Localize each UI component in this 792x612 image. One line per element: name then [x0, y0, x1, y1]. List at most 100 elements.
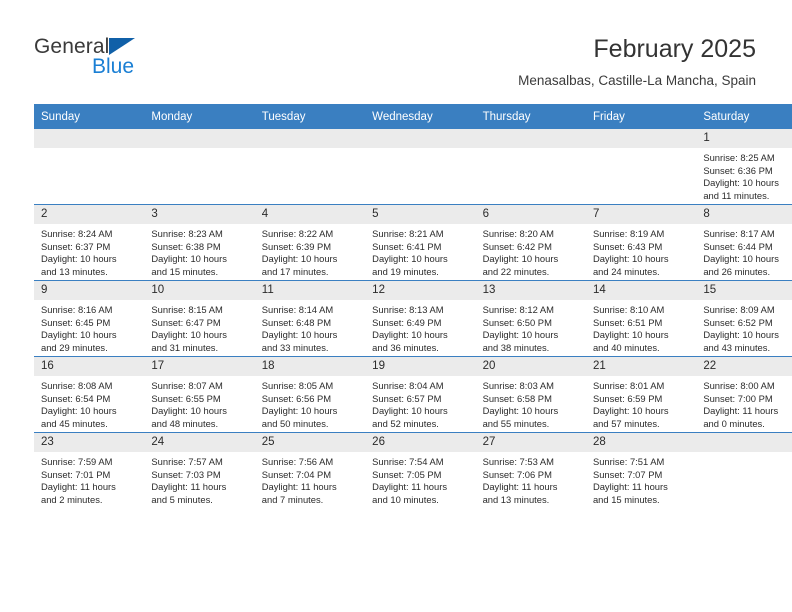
day-details: Sunrise: 8:04 AM Sunset: 6:57 PM Daylight:…	[365, 376, 475, 430]
calendar-day-cell[interactable]: 28 Sunrise: 7:51 AM Sunset: 7:07 PM Dayligh…	[585, 432, 697, 508]
sunset-text: Sunset: 7:06 PM	[482, 468, 552, 480]
calendar-day-cell[interactable]: 25 Sunrise: 7:56 AM Sunset: 7:04 PM Dayligh…	[254, 432, 366, 508]
calendar-day-cell[interactable]: 9 Sunrise: 8:16 AM Sunset: 6:45 PM Daylight…	[34, 280, 145, 357]
calendar-day-cell[interactable]: 8 Sunrise: 8:17 AM Sunset: 6:44 PM Daylight…	[696, 204, 792, 281]
sunrise-text: Sunrise: 7:54 AM	[372, 456, 444, 467]
sunrise-text: Sunrise: 8:23 AM	[151, 228, 223, 239]
calendar-day-cell[interactable]: 3 Sunrise: 8:23 AM Sunset: 6:38 PM Daylight…	[144, 204, 255, 281]
calendar-day-cell[interactable]: 12 Sunrise: 8:13 AM Sunset: 6:49 PM Dayligh…	[365, 280, 476, 357]
calendar-day-cell[interactable]: 20 Sunrise: 8:03 AM Sunset: 6:58 PM Dayligh…	[475, 356, 586, 433]
calendar-body: 1 Sunrise: 8:25 AM Sunset: 6:36 PM Daylight…	[34, 129, 792, 508]
sunrise-text: Sunrise: 8:10 AM	[592, 304, 665, 315]
calendar-day-cell[interactable]: 2 Sunrise: 8:24 AM Sunset: 6:37 PM Daylight…	[34, 204, 145, 281]
sunset-text: Sunset: 6:48 PM	[261, 316, 332, 328]
sunset-text: Sunset: 6:44 PM	[703, 240, 773, 252]
daylight-text-line1: Daylight: 10 hours	[703, 177, 779, 189]
sunrise-text: Sunrise: 8:24 AM	[41, 228, 113, 239]
day-details: Sunrise: 8:00 AM Sunset: 7:00 PM Daylight:…	[696, 376, 792, 430]
daylight-text-line1: Daylight: 10 hours	[703, 253, 779, 265]
sunrise-text: Sunrise: 8:14 AM	[261, 304, 334, 315]
calendar-day-cell[interactable]: 4 Sunrise: 8:22 AM Sunset: 6:39 PM Daylight…	[254, 204, 366, 281]
day-number: 7	[585, 205, 697, 224]
calendar-day-cell[interactable]: 1 Sunrise: 8:25 AM Sunset: 6:36 PM Daylight…	[696, 129, 792, 205]
calendar-page: General Blue February 2025 Menasalbas, C…	[0, 0, 792, 612]
calendar-day-cell[interactable]: 27 Sunrise: 7:53 AM Sunset: 7:06 PM Dayligh…	[475, 432, 586, 508]
daylight-text-line1: Daylight: 11 hours	[261, 481, 337, 493]
sunset-text: Sunset: 6:59 PM	[592, 392, 663, 404]
sunset-text: Sunset: 6:51 PM	[592, 316, 663, 328]
daylight-text-line2: and 31 minutes.	[151, 341, 219, 353]
sunrise-text: Sunrise: 8:07 AM	[151, 380, 223, 391]
daylight-text-line1: Daylight: 10 hours	[592, 405, 669, 417]
daylight-text-line1: Daylight: 10 hours	[41, 329, 117, 341]
calendar-day-cell[interactable]: 15 Sunrise: 8:09 AM Sunset: 6:52 PM Dayligh…	[696, 280, 792, 357]
day-details: Sunrise: 8:10 AM Sunset: 6:51 PM Daylight:…	[586, 300, 696, 354]
day-details: Sunrise: 8:19 AM Sunset: 6:43 PM Daylight:…	[586, 224, 696, 278]
sunset-text: Sunset: 6:50 PM	[482, 316, 552, 328]
calendar-day-cell[interactable]: 21 Sunrise: 8:01 AM Sunset: 6:59 PM Dayligh…	[585, 356, 697, 433]
calendar-day-cell[interactable]: 5 Sunrise: 8:21 AM Sunset: 6:41 PM Daylight…	[365, 204, 476, 281]
day-details: Sunrise: 8:12 AM Sunset: 6:50 PM Daylight:…	[476, 300, 586, 354]
sunrise-text: Sunrise: 8:19 AM	[592, 228, 665, 239]
triangle-flag-icon	[109, 38, 136, 55]
calendar-day-cell[interactable]: 18 Sunrise: 8:05 AM Sunset: 6:56 PM Dayligh…	[254, 356, 366, 433]
sunrise-text: Sunrise: 7:57 AM	[151, 456, 223, 467]
calendar-day-cell[interactable]: 16 Sunrise: 8:08 AM Sunset: 6:54 PM Dayligh…	[34, 356, 145, 433]
calendar-day-cell[interactable]: 7 Sunrise: 8:19 AM Sunset: 6:43 PM Daylight…	[585, 204, 697, 281]
day-number	[254, 129, 366, 148]
sunrise-text: Sunrise: 8:03 AM	[482, 380, 554, 391]
sunrise-text: Sunrise: 8:09 AM	[703, 304, 775, 315]
day-number: 20	[475, 357, 586, 376]
sunrise-text: Sunrise: 8:22 AM	[261, 228, 334, 239]
calendar-day-cell[interactable]: 11 Sunrise: 8:14 AM Sunset: 6:48 PM Dayligh…	[254, 280, 366, 357]
daylight-text-line1: Daylight: 10 hours	[151, 329, 227, 341]
day-number: 11	[254, 281, 366, 300]
sunset-text: Sunset: 6:38 PM	[151, 240, 221, 252]
daylight-text-line1: Daylight: 10 hours	[592, 253, 669, 265]
page-subtitle: Menasalbas, Castille-La Mancha, Spain	[518, 73, 756, 88]
calendar-day-cell[interactable]: 22 Sunrise: 8:00 AM Sunset: 7:00 PM Dayligh…	[696, 356, 792, 433]
daylight-text-line1: Daylight: 10 hours	[151, 253, 227, 265]
day-details: Sunrise: 7:51 AM Sunset: 7:07 PM Daylight:…	[586, 452, 696, 506]
day-details: Sunrise: 8:21 AM Sunset: 6:41 PM Daylight:…	[365, 224, 475, 278]
sunset-text: Sunset: 6:47 PM	[151, 316, 221, 328]
calendar-week-row: 2 Sunrise: 8:24 AM Sunset: 6:37 PM Daylight…	[34, 204, 792, 281]
calendar-day-cell[interactable]: 19 Sunrise: 8:04 AM Sunset: 6:57 PM Dayligh…	[365, 356, 476, 433]
sunrise-text: Sunrise: 8:00 AM	[703, 380, 775, 391]
day-details: Sunrise: 7:56 AM Sunset: 7:04 PM Daylight:…	[255, 452, 365, 506]
calendar-day-cell[interactable]: 10 Sunrise: 8:15 AM Sunset: 6:47 PM Dayligh…	[144, 280, 255, 357]
sunrise-text: Sunrise: 8:05 AM	[261, 380, 334, 391]
calendar-week-row: 9 Sunrise: 8:16 AM Sunset: 6:45 PM Daylight…	[34, 280, 792, 357]
day-details: Sunrise: 8:03 AM Sunset: 6:58 PM Daylight:…	[476, 376, 586, 430]
sunrise-text: Sunrise: 8:15 AM	[151, 304, 223, 315]
sunset-text: Sunset: 7:01 PM	[41, 468, 111, 480]
sunrise-text: Sunrise: 8:17 AM	[703, 228, 775, 239]
brand-logo[interactable]: General Blue	[34, 36, 254, 88]
sunset-text: Sunset: 6:37 PM	[41, 240, 111, 252]
day-number: 1	[696, 129, 792, 148]
calendar-day-cell[interactable]: 24 Sunrise: 7:57 AM Sunset: 7:03 PM Dayligh…	[144, 432, 255, 508]
day-details: Sunrise: 8:07 AM Sunset: 6:55 PM Daylight:…	[144, 376, 254, 430]
daylight-text-line2: and 10 minutes.	[372, 493, 439, 505]
daylight-text-line1: Daylight: 11 hours	[41, 481, 116, 493]
day-details: Sunrise: 8:15 AM Sunset: 6:47 PM Daylight:…	[144, 300, 254, 354]
calendar-day-cell[interactable]: 14 Sunrise: 8:10 AM Sunset: 6:51 PM Dayligh…	[585, 280, 697, 357]
day-number: 3	[144, 205, 255, 224]
calendar-day-cell[interactable]: 13 Sunrise: 8:12 AM Sunset: 6:50 PM Dayligh…	[475, 280, 586, 357]
day-details: Sunrise: 7:59 AM Sunset: 7:01 PM Daylight:…	[34, 452, 144, 506]
calendar-day-cell[interactable]: 23 Sunrise: 7:59 AM Sunset: 7:01 PM Dayligh…	[34, 432, 145, 508]
daylight-text-line2: and 19 minutes.	[372, 265, 439, 277]
calendar-day-cell[interactable]: 17 Sunrise: 8:07 AM Sunset: 6:55 PM Dayligh…	[144, 356, 255, 433]
sunrise-text: Sunrise: 8:12 AM	[482, 304, 554, 315]
sunset-text: Sunset: 6:52 PM	[703, 316, 773, 328]
daylight-text-line1: Daylight: 11 hours	[151, 481, 227, 493]
calendar-day-cell[interactable]: 6 Sunrise: 8:20 AM Sunset: 6:42 PM Daylight…	[475, 204, 586, 281]
day-number: 19	[365, 357, 476, 376]
calendar-day-cell-empty	[34, 129, 145, 205]
weekday-header-sunday: Sunday	[34, 104, 145, 129]
day-details: Sunrise: 7:54 AM Sunset: 7:05 PM Daylight:…	[365, 452, 475, 506]
day-number: 8	[696, 205, 792, 224]
day-number: 13	[475, 281, 586, 300]
calendar-day-cell[interactable]: 26 Sunrise: 7:54 AM Sunset: 7:05 PM Dayligh…	[365, 432, 476, 508]
day-number: 28	[585, 433, 697, 452]
